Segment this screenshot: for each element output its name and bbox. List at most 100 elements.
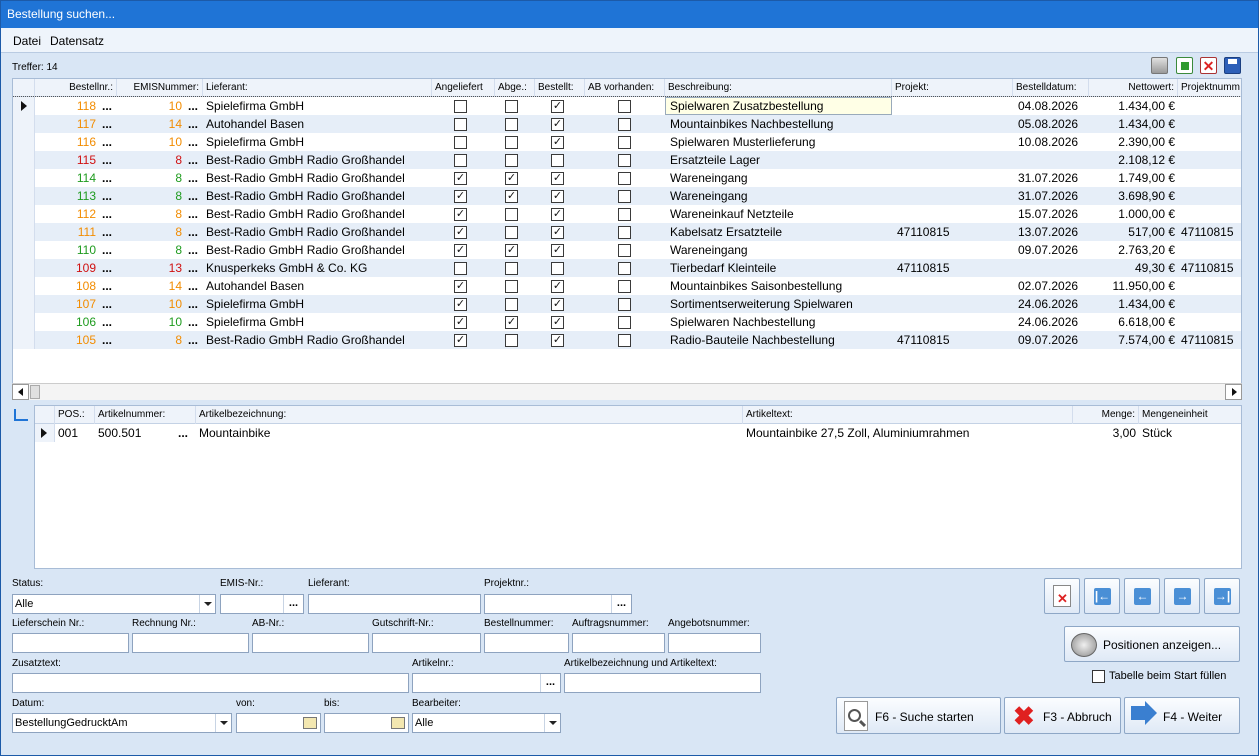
col-pos[interactable]: POS.: [55,406,95,424]
order-lookup-button[interactable]: ... [99,169,117,187]
col-supplier[interactable]: Lieferant: [203,79,432,97]
search-button[interactable]: F6 - Suche starten [836,697,1001,734]
ordered-checkbox[interactable]: ✓ [551,208,564,221]
ab-checkbox[interactable] [618,316,631,329]
supplier-field[interactable] [308,594,481,614]
col-article-nr[interactable]: Artikelnummer: [95,406,196,424]
col-delivered[interactable]: Angeliefert [432,79,495,97]
table-row[interactable]: 105... 8... Best-Radio GmbH Radio Großhand… [13,331,1241,349]
article-lookup-button[interactable]: ... [175,424,195,442]
emis-lookup-button[interactable]: ... [185,277,203,295]
ordered-checkbox[interactable]: ✓ [551,190,564,203]
emis-field[interactable]: ... [220,594,304,614]
last-record-button[interactable]: →| [1204,578,1240,614]
table-row[interactable]: 107... 10... Spielefirma GmbH ✓ ✓ Sortimentse… [13,295,1241,313]
delivered-checkbox[interactable]: ✓ [454,298,467,311]
ab-checkbox[interactable] [618,172,631,185]
ordered-checkbox[interactable]: ✓ [551,298,564,311]
calendar-icon[interactable] [391,717,405,729]
delivered-checkbox[interactable] [454,118,467,131]
menu-file[interactable]: Datei [13,34,41,48]
picked-checkbox[interactable] [505,100,518,113]
ordered-checkbox[interactable]: ✓ [551,226,564,239]
delivered-checkbox[interactable]: ✓ [454,208,467,221]
artnr-lookup-button[interactable]: ... [540,674,560,692]
date-type-select[interactable]: BestellungGedrucktAm [12,713,232,733]
ab-checkbox[interactable] [618,244,631,257]
emis-lookup-button[interactable]: ... [185,259,203,277]
emis-lookup-button[interactable]: ... [185,97,203,115]
table-row[interactable]: 117... 14... Autohandel Basen ✓ Mountainbike… [13,115,1241,133]
picked-checkbox[interactable] [505,262,518,275]
col-picked[interactable]: Abge.: [495,79,535,97]
emis-lookup-button[interactable]: ... [185,223,203,241]
horizontal-scrollbar[interactable] [12,383,1242,400]
order-lookup-button[interactable]: ... [99,223,117,241]
ab-checkbox[interactable] [618,118,631,131]
editor-select[interactable]: Alle [412,713,561,733]
print-icon[interactable] [1151,57,1168,74]
order-lookup-button[interactable]: ... [99,133,117,151]
order-lookup-button[interactable]: ... [99,331,117,349]
date-to-field[interactable] [324,713,409,733]
emis-lookup-button[interactable]: ... [185,115,203,133]
scroll-right-icon[interactable] [1225,384,1242,400]
emis-lookup-button[interactable]: ... [185,295,203,313]
extratext-field[interactable] [12,673,409,693]
delivered-checkbox[interactable] [454,262,467,275]
scroll-left-icon[interactable] [12,384,29,400]
col-order-nr[interactable]: Bestellnr.: [35,79,117,97]
delivered-checkbox[interactable]: ✓ [454,280,467,293]
order-lookup-button[interactable]: ... [99,151,117,169]
col-order-date[interactable]: Bestelldatum: [1013,79,1089,97]
table-row[interactable]: 118... 10... Spielefirma GmbH ✓ Spielwaren Z… [13,96,1241,116]
deliverynote-field[interactable] [12,633,129,653]
calendar-icon[interactable] [303,717,317,729]
order-lookup-button[interactable]: ... [99,313,117,331]
order-lookup-button[interactable]: ... [99,295,117,313]
order-lookup-button[interactable]: ... [99,277,117,295]
ab-checkbox[interactable] [618,226,631,239]
ordered-checkbox[interactable] [551,154,564,167]
projnr-lookup-button[interactable]: ... [611,595,631,613]
save-icon[interactable] [1224,57,1241,74]
artnr-field[interactable]: ... [412,673,561,693]
emis-lookup-button[interactable]: ... [185,169,203,187]
ab-checkbox[interactable] [618,154,631,167]
cancel-button[interactable]: ✖ F3 - Abbruch [1004,697,1121,734]
next-button[interactable]: F4 - Weiter [1124,697,1240,734]
projnr-field[interactable]: ... [484,594,632,614]
ab-checkbox[interactable] [618,190,631,203]
delivered-checkbox[interactable]: ✓ [454,172,467,185]
export-excel-icon[interactable] [1176,57,1193,74]
table-row[interactable]: 108... 14... Autohandel Basen ✓ ✓ Mountainbik… [13,277,1241,295]
ordered-checkbox[interactable]: ✓ [551,316,564,329]
picked-checkbox[interactable] [505,334,518,347]
ordered-checkbox[interactable]: ✓ [551,172,564,185]
picked-checkbox[interactable] [505,298,518,311]
delivered-checkbox[interactable] [454,100,467,113]
previous-record-button[interactable]: ← [1124,578,1160,614]
order-lookup-button[interactable]: ... [99,115,117,133]
delete-icon[interactable]: ✕ [1200,57,1217,74]
delivered-checkbox[interactable] [454,154,467,167]
invoice-field[interactable] [132,633,249,653]
table-row[interactable]: 111... 8... Best-Radio GmbH Radio Großhand… [13,223,1241,241]
emis-lookup-button[interactable]: ... [185,151,203,169]
picked-checkbox[interactable] [505,154,518,167]
emis-lookup-button[interactable]: ... [283,595,303,613]
show-positions-button[interactable]: Positionen anzeigen... [1064,626,1240,662]
col-unit[interactable]: Mengeneinheit [1139,406,1241,424]
ordered-checkbox[interactable]: ✓ [551,118,564,131]
col-article-name[interactable]: Artikelbezeichnung: [196,406,743,424]
ab-checkbox[interactable] [618,298,631,311]
col-quantity[interactable]: Menge: [1073,406,1139,424]
col-description[interactable]: Beschreibung: [665,79,892,97]
fill-on-start-checkbox[interactable] [1092,670,1105,683]
clear-filter-button[interactable]: ✕ [1044,578,1080,614]
col-emis-nr[interactable]: EMISNummer: [117,79,203,97]
ab-field[interactable] [252,633,369,653]
picked-checkbox[interactable]: ✓ [505,190,518,203]
table-row[interactable]: 110... 8... Best-Radio GmbH Radio Großhand… [13,241,1241,259]
delivered-checkbox[interactable]: ✓ [454,316,467,329]
